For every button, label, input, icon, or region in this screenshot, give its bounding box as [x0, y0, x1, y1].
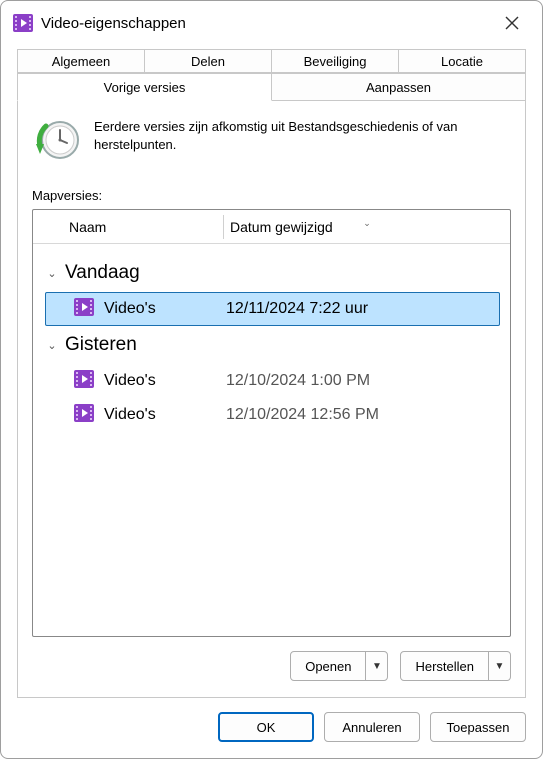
cancel-button[interactable]: Annuleren	[324, 712, 420, 742]
tab-vorige-versies[interactable]: Vorige versies	[17, 73, 272, 101]
restore-split-button: Herstellen	[400, 651, 511, 681]
tab-strip: Algemeen Delen Beveiliging Locatie Vorig…	[17, 49, 526, 101]
open-split-button: Openen	[290, 651, 388, 681]
version-row[interactable]: Video's 12/10/2024 1:00 PM	[45, 364, 500, 398]
apply-button[interactable]: Toepassen	[430, 712, 526, 742]
list-body: ⌄ Vandaag	[33, 244, 510, 636]
tab-algemeen[interactable]: Algemeen	[17, 49, 145, 73]
info-text: Eerdere versies zijn afkomstig uit Besta…	[94, 116, 511, 153]
column-header-date[interactable]: ⌄ Datum gewijzigd	[224, 219, 510, 235]
list-header: Naam ⌄ Datum gewijzigd	[33, 210, 510, 244]
version-name: Video's	[104, 300, 226, 318]
tab-delen[interactable]: Delen	[144, 49, 272, 73]
chevron-down-icon: ⌄	[45, 339, 59, 352]
version-name: Video's	[104, 406, 226, 424]
history-clock-icon	[32, 116, 80, 164]
tab-row-2: Vorige versies Aanpassen	[17, 73, 526, 101]
version-row[interactable]: Video's 12/11/2024 7:22 uur	[45, 292, 500, 326]
version-date: 12/10/2024 12:56 PM	[226, 406, 499, 424]
group-header-gisteren[interactable]: ⌄ Gisteren	[45, 334, 500, 356]
tab-locatie[interactable]: Locatie	[398, 49, 526, 73]
column-header-name[interactable]: Naam	[33, 219, 223, 235]
video-folder-icon	[74, 404, 96, 427]
column-header-date-label: Datum gewijzigd	[230, 219, 333, 235]
chevron-down-icon: ⌄	[45, 267, 59, 280]
mapversies-label: Mapversies:	[32, 188, 511, 203]
ok-button[interactable]: OK	[218, 712, 314, 742]
properties-dialog: Video-eigenschappen Algemeen Delen Bevei…	[0, 0, 543, 759]
video-folder-icon	[74, 298, 96, 321]
version-row[interactable]: Video's 12/10/2024 12:56 PM	[45, 398, 500, 432]
tab-aanpassen[interactable]: Aanpassen	[271, 73, 526, 101]
dialog-title: Video-eigenschappen	[41, 15, 484, 32]
dialog-footer: OK Annuleren Toepassen	[1, 698, 542, 758]
version-name: Video's	[104, 372, 226, 390]
video-folder-icon	[74, 370, 96, 393]
version-date: 12/10/2024 1:00 PM	[226, 372, 499, 390]
group-label: Vandaag	[65, 262, 140, 284]
group-label: Gisteren	[65, 334, 137, 356]
version-date: 12/11/2024 7:22 uur	[226, 300, 499, 318]
close-button[interactable]	[492, 9, 532, 37]
versions-listbox: Naam ⌄ Datum gewijzigd ⌄ Vandaag	[32, 209, 511, 637]
restore-button[interactable]: Herstellen	[401, 652, 488, 680]
tab-row-1: Algemeen Delen Beveiliging Locatie	[17, 49, 526, 73]
tab-beveiliging[interactable]: Beveiliging	[271, 49, 399, 73]
group-header-vandaag[interactable]: ⌄ Vandaag	[45, 262, 500, 284]
restore-dropdown-button[interactable]	[488, 652, 510, 680]
info-row: Eerdere versies zijn afkomstig uit Besta…	[32, 114, 511, 180]
tab-content: Eerdere versies zijn afkomstig uit Besta…	[17, 100, 526, 698]
video-folder-icon	[13, 14, 33, 32]
open-dropdown-button[interactable]	[365, 652, 387, 680]
close-icon	[505, 16, 519, 30]
open-button[interactable]: Openen	[291, 652, 365, 680]
sort-chevron-icon: ⌄	[363, 218, 371, 229]
actions-row: Openen Herstellen	[32, 637, 511, 685]
titlebar: Video-eigenschappen	[1, 1, 542, 43]
dialog-body: Algemeen Delen Beveiliging Locatie Vorig…	[1, 43, 542, 698]
